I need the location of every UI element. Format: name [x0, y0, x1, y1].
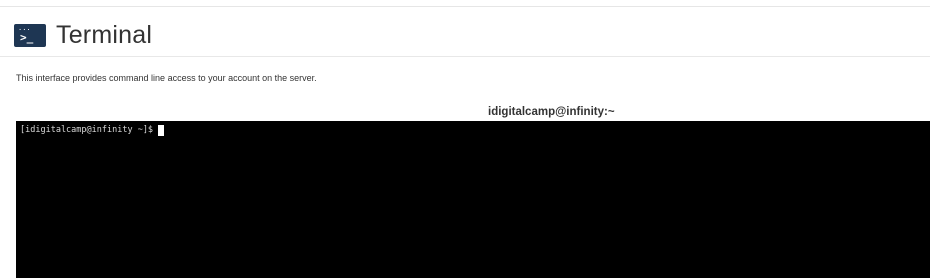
top-divider [0, 6, 930, 7]
session-title: idigitalcamp@infinity:~ [488, 106, 615, 118]
page-title: Terminal [56, 21, 153, 49]
terminal-icon: ... >_ [14, 23, 46, 47]
console-line: [idigitalcamp@infinity ~]$ [20, 125, 165, 136]
shell-prompt: [idigitalcamp@infinity ~]$ [20, 125, 154, 135]
terminal-console[interactable]: [idigitalcamp@infinity ~]$ [16, 121, 930, 278]
page-description: This interface provides command line acc… [16, 73, 317, 83]
terminal-page: ... >_ Terminal This interface provides … [0, 0, 930, 278]
terminal-icon-glyph: >_ [20, 30, 34, 44]
page-header: ... >_ Terminal [14, 18, 152, 52]
terminal-icon-dots: ... [18, 23, 31, 32]
header-divider [0, 56, 930, 57]
text-cursor [158, 125, 165, 136]
